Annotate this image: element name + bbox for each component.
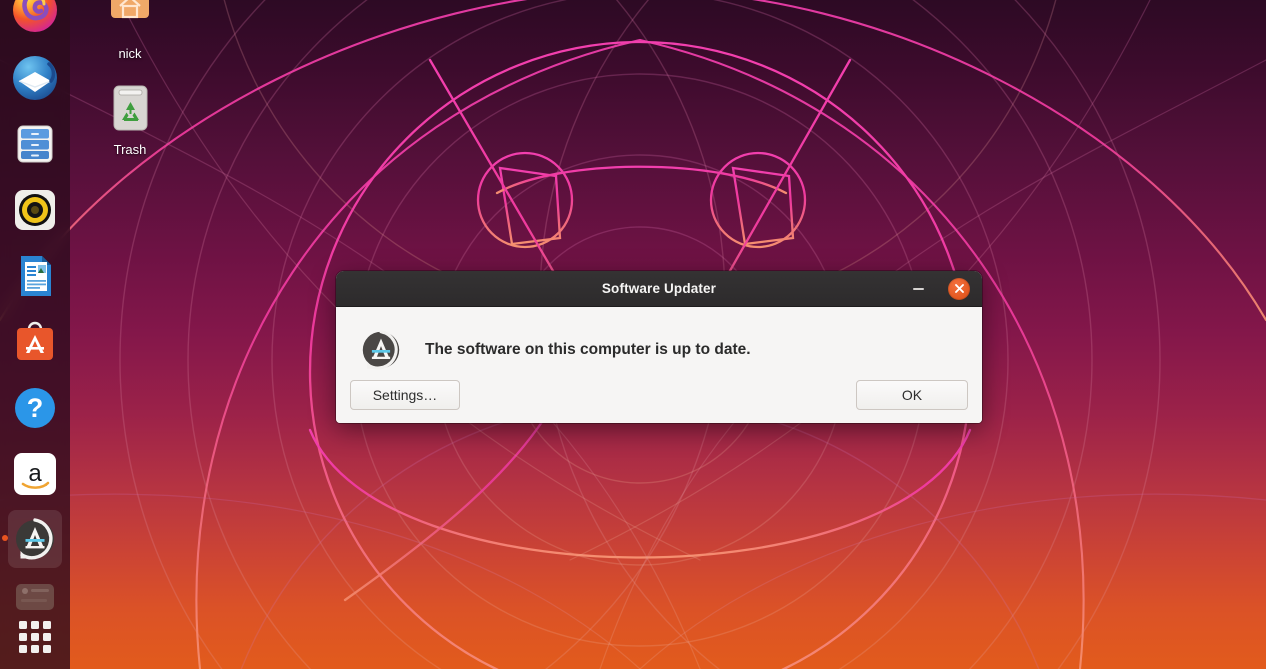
settings-button[interactable]: Settings… bbox=[350, 380, 460, 410]
ubuntu-software-icon bbox=[17, 321, 53, 360]
dock-item-amazon[interactable]: a bbox=[11, 450, 59, 498]
dock-item-help[interactable]: ? bbox=[11, 384, 59, 432]
grid-dot bbox=[19, 645, 27, 653]
launcher-dock: ? a bbox=[0, 0, 70, 669]
home-folder-icon bbox=[111, 0, 149, 19]
help-icon: ? bbox=[15, 388, 55, 428]
firefox-icon bbox=[13, 0, 57, 32]
ok-button[interactable]: OK bbox=[856, 380, 968, 410]
minimize-icon bbox=[912, 287, 924, 290]
close-button[interactable] bbox=[948, 277, 970, 300]
grid-dot bbox=[43, 621, 51, 629]
dialog-title: Software Updater bbox=[601, 281, 717, 296]
show-applications-button[interactable] bbox=[11, 613, 59, 661]
dock-item-libreoffice-writer[interactable] bbox=[11, 252, 59, 300]
dialog-message: The software on this computer is up to d… bbox=[425, 341, 751, 358]
grid-dot bbox=[31, 645, 39, 653]
dock-item-thunderbird[interactable] bbox=[11, 54, 59, 102]
amazon-icon: a bbox=[14, 453, 56, 495]
svg-text:?: ? bbox=[27, 393, 44, 423]
dock-item-software-updater[interactable] bbox=[2, 510, 62, 568]
dock-item-firefox[interactable] bbox=[11, 0, 59, 34]
desktop-icon-home-label: nick bbox=[118, 46, 142, 61]
software-updater-dialog: Software Updater The software on this co… bbox=[336, 271, 982, 423]
rhythmbox-icon bbox=[15, 190, 55, 230]
grid-dot bbox=[31, 621, 39, 629]
software-updater-icon bbox=[362, 330, 400, 370]
libreoffice-writer-icon bbox=[21, 256, 51, 296]
thunderbird-icon bbox=[13, 56, 57, 100]
dialog-message-row: The software on this computer is up to d… bbox=[336, 307, 982, 373]
grid-dot bbox=[43, 645, 51, 653]
grid-dot bbox=[19, 633, 27, 641]
running-indicator bbox=[2, 535, 8, 541]
dialog-titlebar[interactable]: Software Updater bbox=[336, 271, 982, 307]
svg-text:a: a bbox=[28, 460, 42, 487]
dialog-body: The software on this computer is up to d… bbox=[336, 307, 982, 423]
minimize-button[interactable] bbox=[906, 277, 930, 301]
desktop-screen: nick Trash ? a Software Updater The soft… bbox=[0, 0, 1266, 669]
desktop-icon-trash[interactable]: Trash bbox=[84, 84, 176, 158]
software-updater-icon bbox=[16, 518, 54, 560]
grid-dot bbox=[31, 633, 39, 641]
grid-dot bbox=[19, 621, 27, 629]
dialog-button-row: Settings… OK bbox=[336, 380, 982, 410]
dock-item-rhythmbox[interactable] bbox=[11, 186, 59, 234]
desktop-icon-home[interactable]: nick bbox=[84, 0, 176, 62]
dock-item-ubuntu-software[interactable] bbox=[11, 318, 59, 366]
files-icon bbox=[17, 125, 53, 163]
grid-dot bbox=[43, 633, 51, 641]
desktop-icon-trash-label: Trash bbox=[113, 142, 147, 157]
close-icon bbox=[954, 284, 964, 293]
dock-item-files[interactable] bbox=[11, 120, 59, 168]
trash-icon bbox=[113, 85, 148, 131]
